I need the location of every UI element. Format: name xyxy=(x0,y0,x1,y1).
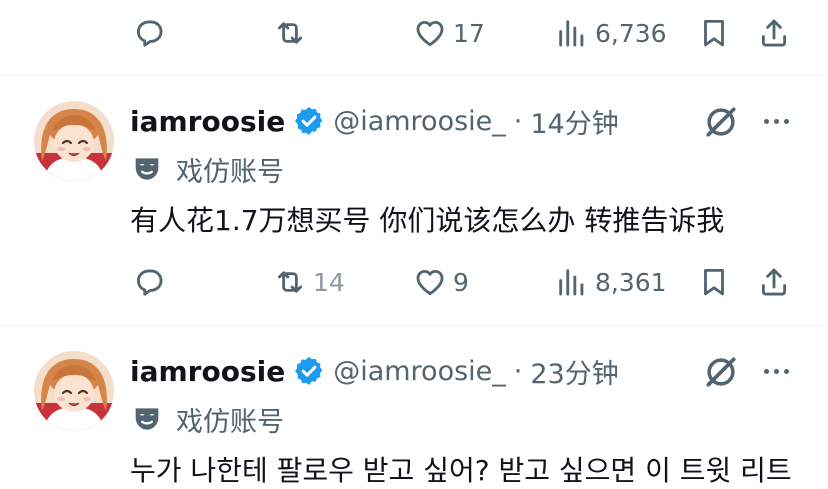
bookmark-icon xyxy=(697,16,731,50)
separator-dot: · xyxy=(513,355,523,387)
view-count: 8,361 xyxy=(595,267,667,297)
tweet-header: iamroosie @iamroosie_ · 23分钟 xyxy=(130,351,619,391)
display-name[interactable]: iamroosie xyxy=(130,355,285,388)
view-count: 6,736 xyxy=(595,18,667,48)
reply-button[interactable] xyxy=(132,13,172,53)
share-button[interactable] xyxy=(757,262,791,302)
retweet-count: 14 xyxy=(313,267,345,297)
views-button[interactable]: 6,736 xyxy=(555,13,667,53)
views-button[interactable]: 8,361 xyxy=(555,262,667,302)
retweet-icon xyxy=(273,265,307,299)
display-name[interactable]: iamroosie xyxy=(130,105,285,138)
verified-badge-icon xyxy=(293,105,325,137)
avatar[interactable] xyxy=(34,101,114,181)
user-handle[interactable]: @iamroosie_ xyxy=(333,356,506,387)
more-icon[interactable] xyxy=(758,353,794,389)
separator-dot: · xyxy=(513,105,523,137)
share-button[interactable] xyxy=(757,13,791,53)
timestamp[interactable]: 14分钟 xyxy=(530,102,618,141)
tweet-text: 有人花1.7万想买号 你们说该怎么办 转推告诉我 xyxy=(130,204,725,237)
tweet-header: iamroosie @iamroosie_ · 14分钟 xyxy=(130,101,619,141)
divider xyxy=(0,325,828,326)
grok-icon[interactable] xyxy=(702,353,740,391)
tweet-text: 누가 나한테 팔로우 받고 싶어? 받고 싶으면 이 트윗 리트 xyxy=(130,454,792,487)
like-button[interactable]: 9 xyxy=(413,262,469,302)
parody-label: 戏仿账号 xyxy=(130,149,284,189)
views-icon xyxy=(555,16,589,50)
bookmark-button[interactable] xyxy=(697,13,731,53)
like-count: 9 xyxy=(453,267,469,297)
reply-icon xyxy=(132,265,166,299)
retweet-button[interactable]: 14 xyxy=(273,262,345,302)
reply-button[interactable] xyxy=(132,262,172,302)
like-count: 17 xyxy=(453,18,485,48)
heart-icon xyxy=(413,16,447,50)
like-button[interactable]: 17 xyxy=(413,13,485,53)
grok-icon[interactable] xyxy=(702,103,740,141)
bookmark-icon xyxy=(697,265,731,299)
reply-icon xyxy=(132,16,166,50)
avatar[interactable] xyxy=(34,351,114,431)
share-icon xyxy=(757,16,791,50)
parody-label-text: 戏仿账号 xyxy=(176,406,284,438)
share-icon xyxy=(757,265,791,299)
mask-icon xyxy=(130,152,164,186)
timestamp[interactable]: 23分钟 xyxy=(530,352,618,391)
divider xyxy=(0,75,828,76)
tweet-actions: 14 9 8,361 xyxy=(0,262,828,302)
user-handle[interactable]: @iamroosie_ xyxy=(333,106,506,137)
parody-label-text: 戏仿账号 xyxy=(176,156,284,188)
retweet-button[interactable] xyxy=(273,13,313,53)
verified-badge-icon xyxy=(293,355,325,387)
bookmark-button[interactable] xyxy=(697,262,731,302)
heart-icon xyxy=(413,265,447,299)
more-icon[interactable] xyxy=(758,103,794,139)
views-icon xyxy=(555,265,589,299)
mask-icon xyxy=(130,402,164,436)
top-tweet-actions: 17 6,736 xyxy=(0,13,828,53)
parody-label: 戏仿账号 xyxy=(130,399,284,439)
retweet-icon xyxy=(273,16,307,50)
